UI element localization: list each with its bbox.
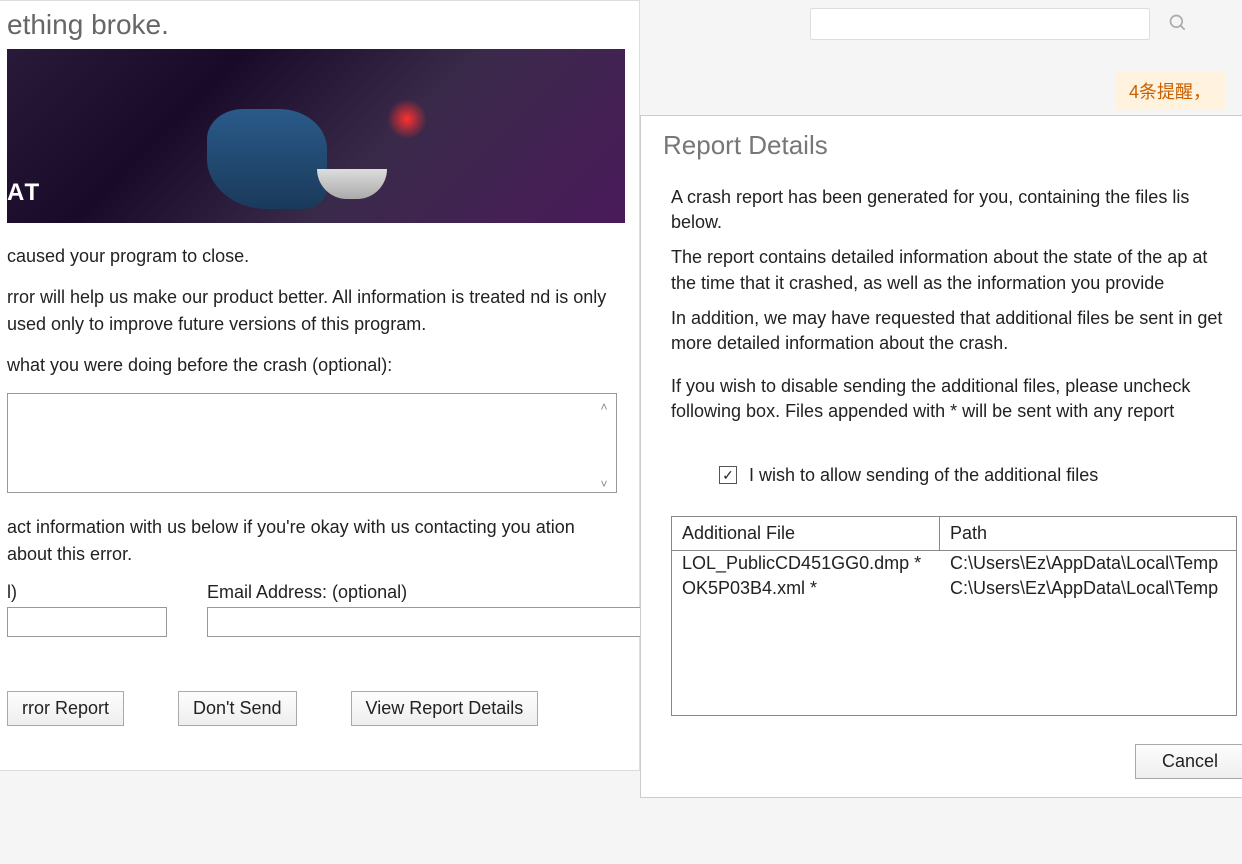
cancel-button[interactable]: Cancel — [1135, 744, 1242, 779]
table-cell-path: C:\Users\Ez\AppData\Local\Temp — [940, 551, 1236, 576]
crash-hero-image: AT — [7, 49, 625, 223]
report-paragraph-4: If you wish to disable sending the addit… — [671, 374, 1237, 424]
table-header-file[interactable]: Additional File — [672, 517, 940, 550]
crash-contact-line: act information with us below if you're … — [7, 514, 619, 568]
table-row[interactable]: LOL_PublicCD451GG0.dmp * C:\Users\Ez\App… — [672, 551, 1236, 576]
table-header-row: Additional File Path — [672, 517, 1236, 551]
search-icon — [1168, 13, 1188, 39]
table-row[interactable]: OK5P03B4.xml * C:\Users\Ez\AppData\Local… — [672, 576, 1236, 601]
crash-desc-label: what you were doing before the crash (op… — [7, 352, 619, 379]
crash-description-textarea[interactable] — [7, 393, 617, 493]
report-paragraph-1: A crash report has been generated for yo… — [671, 185, 1237, 235]
table-cell-file: OK5P03B4.xml * — [672, 576, 940, 601]
crash-report-dialog: ething broke. AT caused your program to … — [0, 0, 640, 771]
email-field-label: Email Address: (optional) — [207, 582, 647, 603]
report-details-dialog: Report Details A crash report has been g… — [640, 115, 1242, 798]
report-paragraph-2: The report contains detailed information… — [671, 245, 1237, 295]
crash-line-2: rror will help us make our product bette… — [7, 284, 619, 338]
name-field-label: l) — [7, 582, 167, 603]
report-paragraph-3: In addition, we may have requested that … — [671, 306, 1237, 356]
name-input[interactable] — [7, 607, 167, 637]
background-notification-badge[interactable]: 4条提醒， — [1115, 72, 1225, 110]
send-error-report-button[interactable]: rror Report — [7, 691, 124, 726]
background-search-box[interactable] — [810, 8, 1150, 40]
dont-send-button[interactable]: Don't Send — [178, 691, 297, 726]
additional-files-table: Additional File Path LOL_PublicCD451GG0.… — [671, 516, 1237, 716]
crash-title: ething broke. — [0, 1, 639, 49]
allow-additional-files-label: I wish to allow sending of the additiona… — [749, 465, 1098, 486]
hero-overlay-text: AT — [7, 179, 41, 207]
checkmark-icon: ✓ — [722, 468, 734, 482]
table-cell-path: C:\Users\Ez\AppData\Local\Temp — [940, 576, 1236, 601]
view-report-details-button[interactable]: View Report Details — [351, 691, 539, 726]
table-cell-file: LOL_PublicCD451GG0.dmp * — [672, 551, 940, 576]
email-input[interactable] — [207, 607, 647, 637]
crash-line-1: caused your program to close. — [7, 243, 619, 270]
table-header-path[interactable]: Path — [940, 517, 1236, 550]
allow-additional-files-checkbox[interactable]: ✓ — [719, 466, 737, 484]
report-details-title: Report Details — [641, 116, 1242, 175]
